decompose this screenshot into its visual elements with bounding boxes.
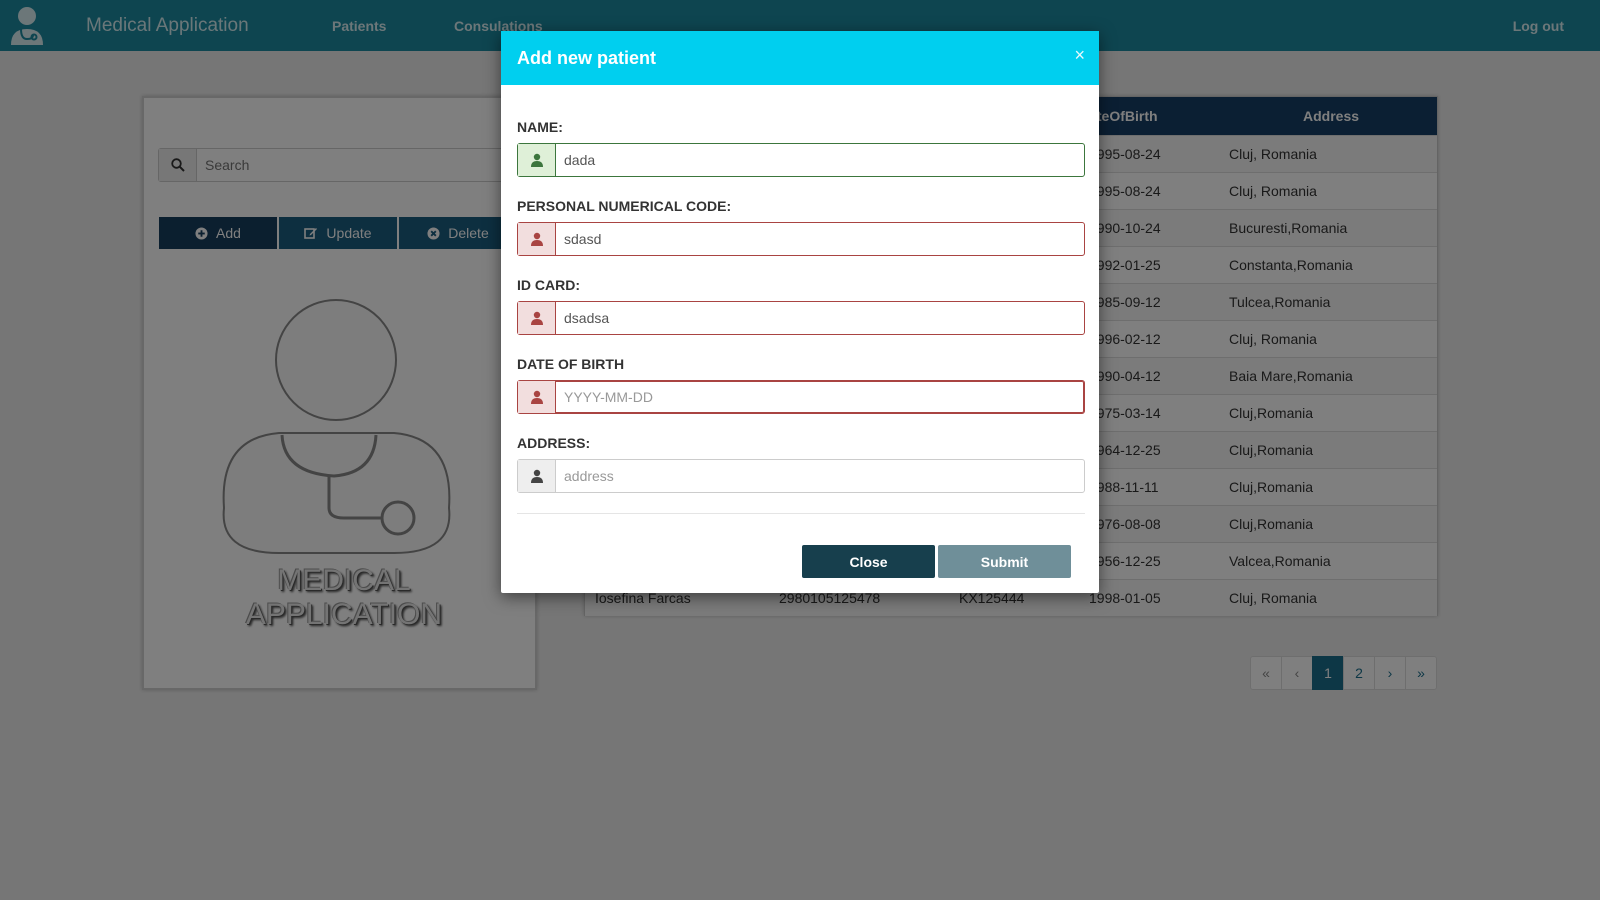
modal-title: Add new patient	[517, 48, 656, 68]
id-card-field-group	[517, 301, 1085, 335]
address-field-group	[517, 459, 1085, 493]
user-icon	[518, 460, 556, 492]
id-card-label: ID CARD:	[517, 277, 580, 293]
user-icon	[518, 144, 556, 176]
pnc-input[interactable]	[564, 223, 1074, 255]
name-label: NAME:	[517, 119, 563, 135]
modal-header: Add new patient ×	[501, 31, 1099, 85]
address-input[interactable]	[564, 460, 1074, 492]
add-patient-modal: Add new patient × NAME: PERSONAL NUMERIC…	[501, 31, 1099, 593]
dob-field-group	[517, 380, 1085, 414]
name-input[interactable]	[564, 144, 1074, 176]
close-icon[interactable]: ×	[1074, 45, 1085, 66]
address-label: ADDRESS:	[517, 435, 591, 451]
user-icon	[518, 302, 556, 334]
dob-label: DATE OF BIRTH	[517, 356, 625, 372]
submit-button[interactable]: Submit	[938, 545, 1071, 578]
close-button[interactable]: Close	[802, 545, 935, 578]
pnc-label: PERSONAL NUMERICAL CODE:	[517, 198, 732, 214]
modal-divider	[517, 513, 1085, 514]
dob-input[interactable]	[564, 381, 1074, 413]
name-field-group	[517, 143, 1085, 177]
user-icon	[518, 381, 556, 413]
id-card-input[interactable]	[564, 302, 1074, 334]
user-icon	[518, 223, 556, 255]
pnc-field-group	[517, 222, 1085, 256]
